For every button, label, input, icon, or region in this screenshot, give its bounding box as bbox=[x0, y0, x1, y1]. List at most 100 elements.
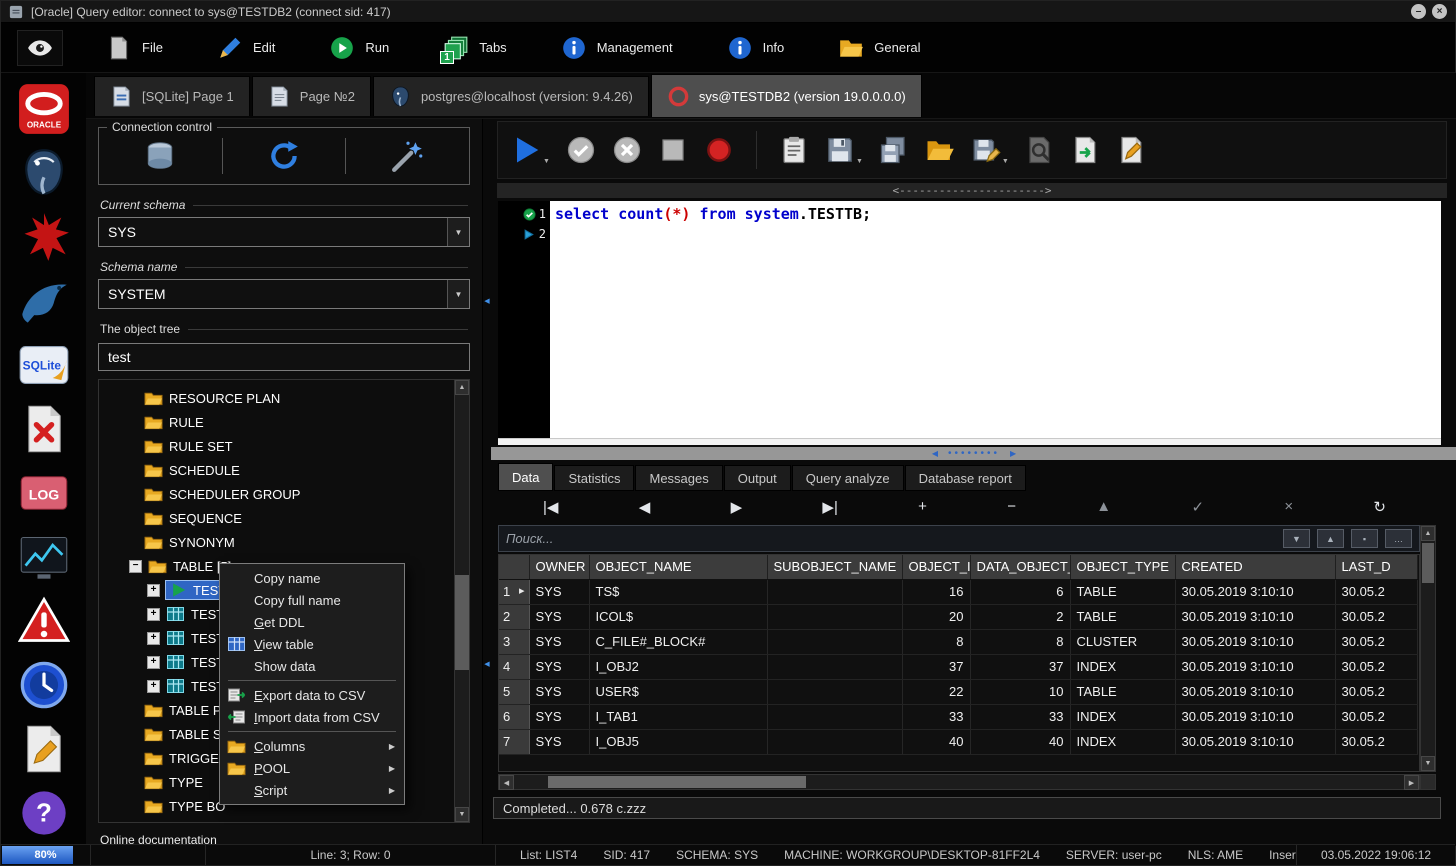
grid-cell[interactable]: 30.05.2 bbox=[1335, 604, 1418, 630]
grid-cell[interactable]: 8 bbox=[902, 629, 971, 655]
page-tab[interactable]: Page №2 bbox=[251, 75, 371, 116]
next-record-button[interactable]: ▶ bbox=[731, 498, 743, 516]
find-button[interactable] bbox=[1025, 135, 1055, 165]
context-item-show-data[interactable]: Show data bbox=[222, 655, 402, 677]
scroll-thumb[interactable] bbox=[455, 575, 469, 670]
grid-cell[interactable]: 30.05.2019 3:10:10 bbox=[1175, 604, 1336, 630]
scroll-up-icon[interactable]: ▲ bbox=[455, 380, 469, 395]
context-item-get-ddl[interactable]: Get DDL bbox=[222, 611, 402, 633]
grid-cell[interactable]: USER$ bbox=[589, 679, 768, 705]
grid-cell[interactable]: 30.05.2019 3:10:10 bbox=[1175, 579, 1336, 605]
expand-plus-icon[interactable]: + bbox=[147, 583, 160, 597]
menu-file[interactable]: File bbox=[79, 23, 190, 72]
grid-cell[interactable]: I_OBJ2 bbox=[589, 654, 768, 680]
grid-cell[interactable]: INDEX bbox=[1070, 729, 1176, 755]
grid-cell[interactable]: TS$ bbox=[589, 579, 768, 605]
grid-cell[interactable]: TABLE bbox=[1070, 579, 1176, 605]
grid-cell[interactable]: 30.05.2019 3:10:10 bbox=[1175, 679, 1336, 705]
current-schema-select[interactable]: SYS ▼ bbox=[98, 217, 470, 247]
results-tab-output[interactable]: Output bbox=[723, 465, 791, 491]
grid-cell[interactable]: I_OBJ5 bbox=[589, 729, 768, 755]
menu-edit[interactable]: Edit bbox=[190, 23, 302, 72]
expand-plus-icon[interactable]: + bbox=[147, 631, 160, 645]
scroll-thumb[interactable] bbox=[1422, 543, 1434, 583]
monitor-chart-button[interactable] bbox=[16, 529, 72, 585]
grid-cell[interactable]: 6 bbox=[970, 579, 1071, 605]
grid-cell[interactable]: ICOL$ bbox=[589, 604, 768, 630]
menu-info[interactable]: Info bbox=[700, 23, 812, 72]
chevron-down-icon[interactable]: ▼ bbox=[447, 218, 469, 246]
grid-cell[interactable]: 37 bbox=[970, 654, 1071, 680]
expand-plus-icon[interactable]: + bbox=[147, 679, 160, 693]
code-area[interactable]: select count (*) from system. TESTTB; bbox=[550, 201, 1441, 438]
grid-cell[interactable]: SYS bbox=[529, 679, 590, 705]
grid-cell[interactable]: 33 bbox=[902, 704, 971, 730]
edit-script-button[interactable] bbox=[1117, 135, 1147, 165]
help-button[interactable]: ? bbox=[16, 785, 72, 841]
page-tab[interactable]: sys@TESTDB2 (version 19.0.0.0.0) bbox=[650, 74, 922, 117]
grid-cell[interactable]: 30.05.2 bbox=[1335, 679, 1418, 705]
grid-cell[interactable]: 16 bbox=[902, 579, 971, 605]
save-button[interactable]: ▼ bbox=[825, 135, 863, 165]
grid-cell[interactable]: 22 bbox=[902, 679, 971, 705]
record-macro-button[interactable] bbox=[704, 135, 734, 165]
tree-item[interactable]: SEQUENCE bbox=[99, 506, 469, 530]
editor-scrollbar[interactable] bbox=[498, 438, 1441, 445]
grid-cell[interactable]: SYS bbox=[529, 704, 590, 730]
schema-name-select[interactable]: SYSTEM ▼ bbox=[98, 279, 470, 309]
expand-plus-icon[interactable]: + bbox=[147, 607, 160, 621]
grid-cell[interactable]: SYS bbox=[529, 729, 590, 755]
chevron-down-icon[interactable]: ▼ bbox=[447, 280, 469, 308]
grid-cell[interactable]: 33 bbox=[970, 704, 1071, 730]
log-button[interactable]: LOG bbox=[16, 465, 72, 521]
context-item-copy-full-name[interactable]: Copy full name bbox=[222, 589, 402, 611]
connect-button[interactable] bbox=[99, 139, 222, 173]
tree-item[interactable]: SCHEDULE bbox=[99, 458, 469, 482]
edit-document-button[interactable] bbox=[16, 721, 72, 777]
grid-row[interactable]: 5 SYS USER$ 22 10 TABLE 30.05.2019 3:10:10 30.0… bbox=[499, 679, 1418, 705]
column-header[interactable]: LAST_D bbox=[1335, 555, 1418, 580]
menu-general[interactable]: General bbox=[811, 23, 947, 72]
dropdown-caret-icon[interactable]: ▼ bbox=[543, 158, 550, 165]
collapse-left-icon[interactable]: ◀ bbox=[484, 660, 489, 668]
scroll-up-icon[interactable]: ▲ bbox=[1421, 526, 1435, 541]
grid-cell[interactable]: 40 bbox=[902, 729, 971, 755]
oracle-logo-button[interactable]: ORACLE bbox=[16, 81, 72, 137]
grid-cell[interactable]: 30.05.2 bbox=[1335, 629, 1418, 655]
disconnect-button[interactable] bbox=[346, 139, 469, 173]
grid-row[interactable]: 1 ▸ SYS TS$ 16 6 TABLE 30.05.2019 3:10:10 30.05.… bbox=[499, 579, 1418, 605]
scroll-left-icon[interactable]: ◀ bbox=[499, 775, 514, 790]
grid-cell[interactable] bbox=[767, 579, 903, 605]
grid-cell[interactable]: 30.05.2 bbox=[1335, 654, 1418, 680]
find-prev-button[interactable]: ▲ bbox=[1317, 529, 1344, 548]
refresh-record-button[interactable]: ↻ bbox=[1373, 498, 1386, 516]
grid-row[interactable]: 2 SYS ICOL$ 20 2 TABLE 30.05.2019 3:10:10 30.05… bbox=[499, 604, 1418, 630]
grid-row[interactable]: 3 SYS C_FILE#_BLOCK# 8 8 CLUSTER 30.05.2019 3:… bbox=[499, 629, 1418, 655]
grid-cell[interactable] bbox=[767, 654, 903, 680]
grid-cell[interactable]: 30.05.2019 3:10:10 bbox=[1175, 654, 1336, 680]
rollback-button[interactable] bbox=[612, 135, 642, 165]
grid-cell[interactable] bbox=[767, 679, 903, 705]
results-tab-query-analyze[interactable]: Query analyze bbox=[791, 465, 904, 491]
cancel-record-button[interactable]: × bbox=[1284, 498, 1293, 515]
column-header[interactable] bbox=[499, 555, 530, 580]
results-tab-statistics[interactable]: Statistics bbox=[554, 465, 635, 491]
copy-results-button[interactable] bbox=[779, 135, 809, 165]
menu-tabs[interactable]: 1 Tabs bbox=[416, 23, 533, 72]
context-item-script[interactable]: Script ▶ bbox=[222, 779, 402, 801]
grid-cell[interactable]: TABLE bbox=[1070, 679, 1176, 705]
scroll-down-icon[interactable]: ▼ bbox=[455, 807, 469, 822]
collapse-left-icon[interactable]: ◀ bbox=[932, 449, 938, 458]
column-header[interactable]: SUBOBJECT_NAME bbox=[767, 555, 903, 580]
grid-cell[interactable]: 30.05.2019 3:10:10 bbox=[1175, 629, 1336, 655]
close-button[interactable]: × bbox=[1432, 4, 1447, 19]
context-item-export-data-to-csv[interactable]: Export data to CSV bbox=[222, 684, 402, 706]
save-as-button[interactable]: ▼ bbox=[971, 135, 1009, 165]
warning-button[interactable] bbox=[16, 593, 72, 649]
grid-cell[interactable] bbox=[767, 704, 903, 730]
page-tab[interactable]: postgres@localhost (version: 9.4.26) bbox=[372, 75, 649, 116]
grid-cell[interactable]: 2 bbox=[970, 604, 1071, 630]
menu-run[interactable]: Run bbox=[302, 23, 416, 72]
minimize-button[interactable]: – bbox=[1411, 4, 1426, 19]
grid-cell[interactable]: SYS bbox=[529, 629, 590, 655]
